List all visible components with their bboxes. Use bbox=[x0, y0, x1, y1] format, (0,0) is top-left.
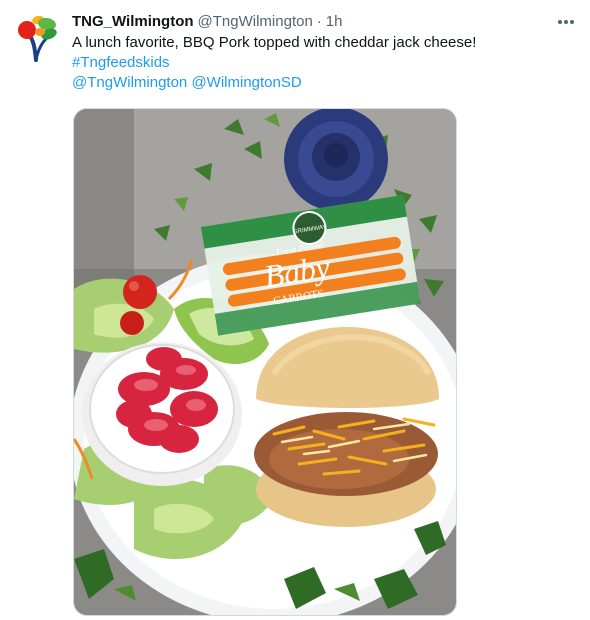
tweet-content: TNG_Wilmington @TngWilmington · 1h A lun… bbox=[72, 12, 578, 93]
separator-dot: · bbox=[316, 13, 322, 30]
author-display-name[interactable]: TNG_Wilmington bbox=[72, 12, 194, 32]
mention-link-wilmingtonsd[interactable]: @WilmingtonSD bbox=[191, 74, 301, 91]
tweet-body-text: A lunch favorite, BBQ Pork topped with c… bbox=[72, 34, 477, 51]
tree-logo-icon bbox=[18, 15, 57, 62]
tweet-card[interactable]: TNG_Wilmington @TngWilmington · 1h A lun… bbox=[0, 0, 590, 620]
hashtag-link[interactable]: #Tngfeedskids bbox=[72, 54, 170, 71]
lunch-plate-photo: GRIMMWAY Fresh Peeled Baby CARROTS bbox=[74, 109, 456, 615]
tweet-photo[interactable]: GRIMMWAY Fresh Peeled Baby CARROTS bbox=[73, 108, 457, 616]
tweet-text: A lunch favorite, BBQ Pork topped with c… bbox=[72, 33, 578, 93]
mention-link-tngwilmington[interactable]: @TngWilmington bbox=[72, 74, 187, 91]
avatar[interactable] bbox=[16, 10, 60, 64]
more-options-button[interactable] bbox=[554, 12, 578, 32]
ellipsis-icon bbox=[558, 20, 574, 24]
tweet-header: TNG_Wilmington @TngWilmington · 1h bbox=[72, 12, 578, 32]
author-handle[interactable]: @TngWilmington bbox=[198, 12, 313, 32]
tweet-timestamp[interactable]: 1h bbox=[326, 12, 343, 32]
bbq-pork-sandwich bbox=[254, 327, 439, 527]
blue-rose bbox=[284, 109, 388, 211]
